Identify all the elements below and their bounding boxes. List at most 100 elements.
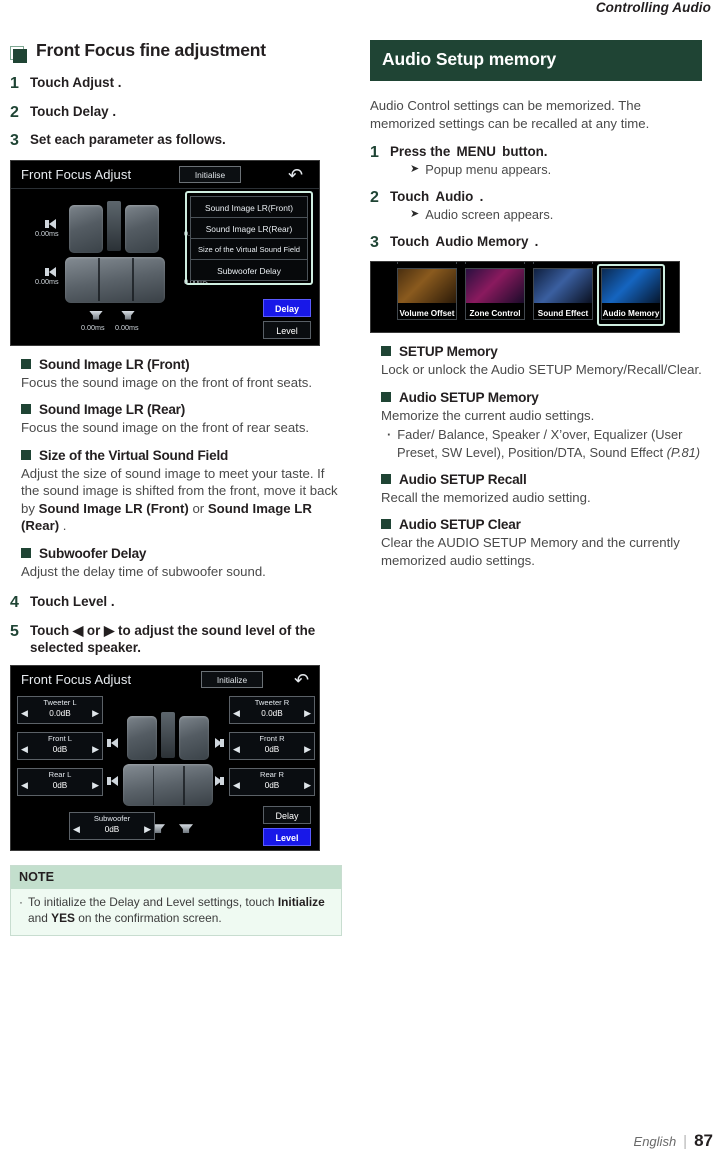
left-column: Front Focus fine adjustment 1 Touch Adju…: [10, 40, 342, 936]
subheading-label: Subwoofer Delay: [39, 545, 147, 561]
initialise-button[interactable]: Initialise: [179, 165, 241, 183]
tab-delay[interactable]: Delay: [263, 298, 311, 317]
text-run: or: [188, 500, 208, 516]
shot-title: Front Focus Adjust: [21, 166, 132, 182]
tab-delay[interactable]: Delay: [263, 806, 311, 825]
increment-icon[interactable]: ▶: [304, 780, 311, 791]
step-number: 2: [10, 103, 19, 121]
step-number: 3: [10, 132, 19, 150]
level-cell-value: 0dB: [264, 781, 280, 791]
decrement-icon[interactable]: ◀: [233, 744, 240, 755]
level-cell-tweeter-r[interactable]: Tweeter R 0.0dB ◀ ▶: [229, 696, 315, 725]
seats-graphic: [123, 712, 219, 808]
back-arrow-icon[interactable]: ↶: [288, 166, 303, 184]
subbody-subwoofer-delay: Adjust the delay time of subwoofer sound…: [21, 563, 266, 579]
level-cell-front-r[interactable]: Front R 0dB ◀ ▶: [229, 732, 315, 761]
step-text: Touch Adjust .: [30, 75, 122, 90]
level-cell-rear-r[interactable]: Rear R 0dB ◀ ▶: [229, 768, 315, 797]
tile-sound-effect[interactable]: Sound Effect: [533, 268, 593, 321]
tile-volume-offset[interactable]: Volume Offset: [397, 268, 457, 321]
level-cell-tweeter-l[interactable]: Tweeter L 0.0dB ◀ ▶: [17, 696, 103, 725]
note-title: NOTE: [11, 866, 341, 890]
subbody-audio-setup-recall: Recall the memorized audio setting.: [381, 489, 591, 505]
delay-value-rear-left: 0.00ms: [35, 276, 59, 286]
subheading-label: Audio SETUP Recall: [399, 471, 527, 487]
square-bullet-icon: [21, 449, 31, 460]
subheading-size-virtual-sound-field: Size of the Virtual Sound Field: [21, 448, 342, 463]
menu-item-sound-image-lr-front[interactable]: Sound Image LR(Front): [190, 195, 308, 218]
step-text: Touch Audio Memory .: [390, 233, 538, 253]
square-bullet-icon: [21, 547, 31, 558]
tile-zone-control[interactable]: Zone Control: [465, 268, 525, 321]
inline-bold-1: Sound Image LR (Front): [38, 500, 189, 516]
square-bullet-icon: [381, 346, 391, 357]
step-2: 2 Touch Delay .: [10, 103, 342, 123]
menu-item-sound-image-lr-rear[interactable]: Sound Image LR(Rear): [190, 216, 308, 239]
square-bullet-icon: [381, 473, 391, 484]
highlight-outline-audio-memory: [597, 264, 665, 327]
decrement-icon[interactable]: ◀: [233, 708, 240, 719]
increment-icon[interactable]: ▶: [92, 780, 99, 791]
level-cell-value: 0dB: [264, 745, 280, 755]
section-heading-label: Front Focus fine adjustment: [36, 40, 266, 60]
green-square-icon: [10, 46, 27, 63]
level-cell-value: 0dB: [52, 745, 68, 755]
text-run: Touch: [390, 233, 433, 249]
increment-icon[interactable]: ▶: [92, 744, 99, 755]
tile-thumbnail: [466, 269, 524, 304]
audio-setup-memory-bullets: Fader/ Balance, Speaker / X’over, Equali…: [387, 426, 702, 461]
note-body: To initialize the Delay and Level settin…: [11, 889, 341, 935]
tile-label: Sound Effect: [537, 309, 589, 319]
level-cell-front-l[interactable]: Front L 0dB ◀ ▶: [17, 732, 103, 761]
subbody-audio-setup-memory: Memorize the current audio settings.: [381, 407, 595, 423]
increment-icon[interactable]: ▶: [144, 824, 151, 835]
level-cell-value: 0dB: [104, 825, 120, 835]
menu-item-subwoofer-delay[interactable]: Subwoofer Delay: [190, 258, 308, 281]
tile-thumbnail: [534, 269, 592, 304]
page-reference-link[interactable]: (P.81): [667, 445, 700, 460]
level-cell-label: Front R: [259, 734, 285, 744]
step-number: 1: [370, 144, 379, 162]
substep-text: Popup menu appears.: [425, 162, 552, 178]
increment-icon[interactable]: ▶: [304, 708, 311, 719]
text-run: Touch: [390, 188, 433, 204]
text-run: .: [59, 518, 67, 534]
decrement-icon[interactable]: ◀: [21, 780, 28, 791]
step-number: 5: [10, 622, 19, 640]
increment-icon[interactable]: ▶: [304, 744, 311, 755]
screenshot-front-focus-delay: Front Focus Adjust Initialise ↶ 0.00ms 0…: [10, 159, 320, 346]
subheading-setup-memory: SETUP Memory: [381, 344, 702, 359]
step-text: Set each parameter as follows.: [30, 132, 226, 148]
decrement-icon[interactable]: ◀: [73, 824, 80, 835]
footer-language: English: [633, 1134, 677, 1149]
subheading-sound-image-lr-rear: Sound Image LR (Rear): [21, 402, 342, 417]
square-bullet-icon: [381, 391, 391, 402]
menu-item-size-virtual-sound-field[interactable]: Size of the Virtual Sound Field: [190, 237, 308, 260]
right-column: Audio Setup memory Audio Control setting…: [370, 40, 702, 569]
tab-level[interactable]: Level: [263, 320, 311, 339]
subheading-audio-setup-memory: Audio SETUP Memory: [381, 390, 702, 405]
intro-paragraph: Audio Control settings can be memorized.…: [370, 98, 650, 131]
tile-label: Volume Offset: [399, 309, 455, 319]
step-3: 3 Touch Audio Memory .: [370, 233, 702, 253]
step-2: 2 Touch Audio . ➤ Audio screen appears.: [370, 188, 702, 224]
step-text: Touch Audio . ➤ Audio screen appears.: [390, 188, 553, 224]
decrement-icon[interactable]: ◀: [21, 708, 28, 719]
initialize-button[interactable]: Initialize: [201, 671, 263, 689]
decrement-icon[interactable]: ◀: [233, 780, 240, 791]
level-cell-subwoofer[interactable]: Subwoofer 0dB ◀ ▶: [69, 812, 155, 841]
subbody-setup-memory: Lock or unlock the Audio SETUP Memory/Re…: [381, 362, 702, 378]
back-arrow-icon[interactable]: ↶: [294, 671, 309, 689]
decrement-icon[interactable]: ◀: [21, 744, 28, 755]
subheading-label: Audio SETUP Clear: [399, 517, 521, 533]
level-cell-rear-l[interactable]: Rear L 0dB ◀ ▶: [17, 768, 103, 797]
level-cell-label: Tweeter L: [43, 698, 77, 708]
text-run: button.: [498, 144, 548, 160]
arrow-icon: ➤: [410, 208, 420, 221]
level-cell-value: 0.0dB: [261, 709, 283, 719]
level-cell-label: Subwoofer: [93, 814, 131, 824]
increment-icon[interactable]: ▶: [92, 708, 99, 719]
bullet-item: Fader/ Balance, Speaker / X’over, Equali…: [387, 426, 702, 461]
square-bullet-icon: [21, 358, 31, 369]
tab-level[interactable]: Level: [263, 828, 311, 847]
